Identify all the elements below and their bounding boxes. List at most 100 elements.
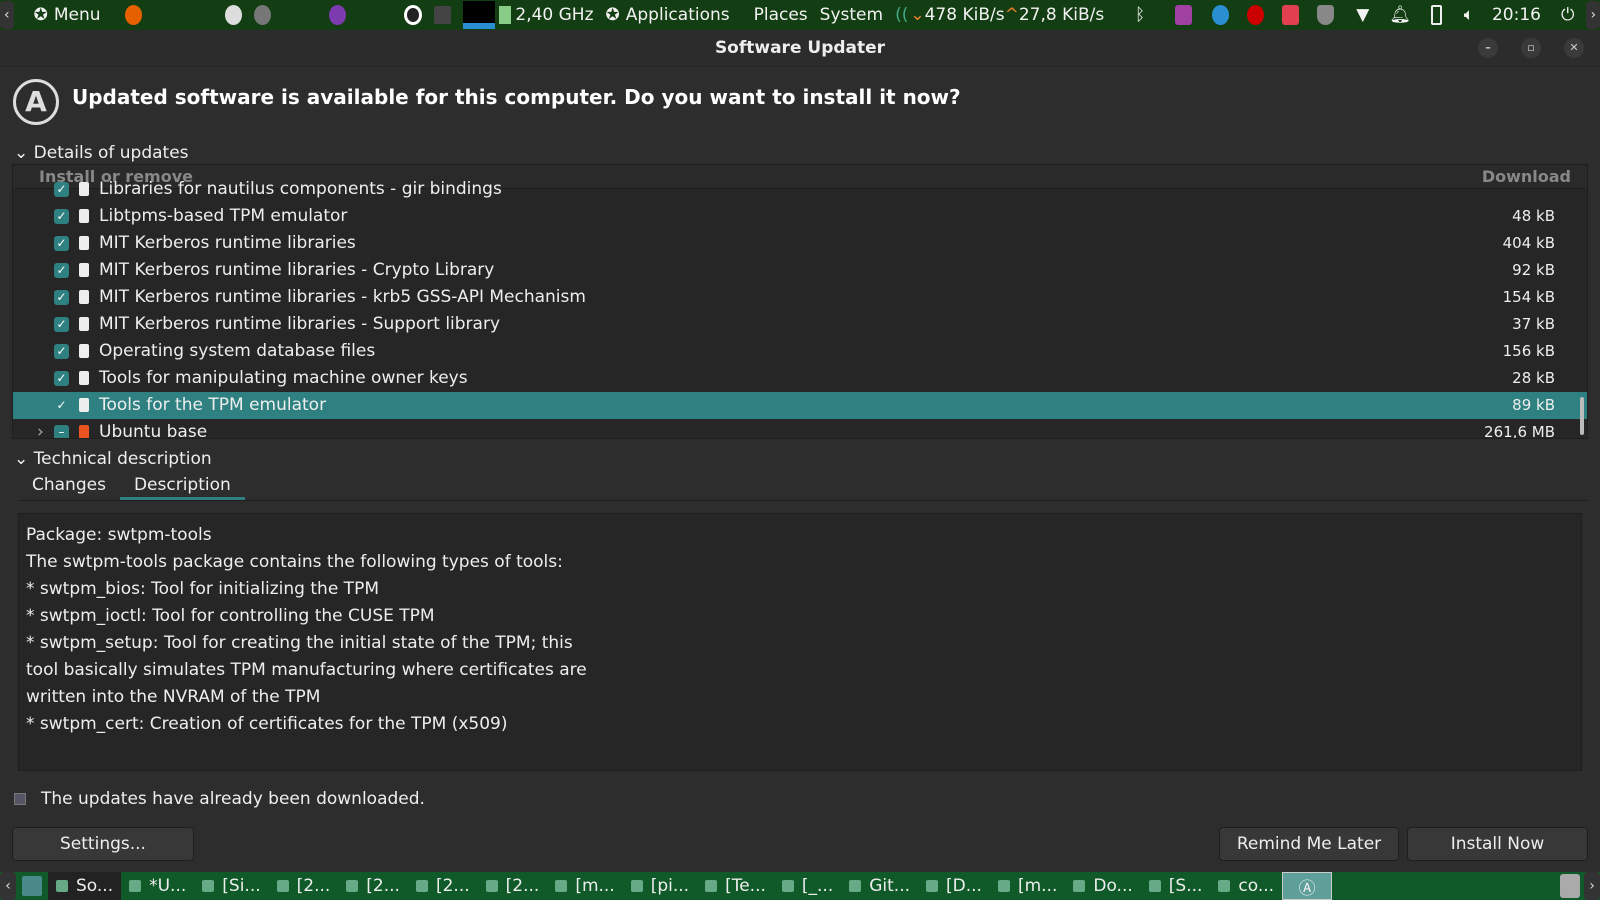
package-checkbox[interactable]: ✓ xyxy=(54,371,69,386)
tor-icon[interactable] xyxy=(329,5,347,25)
remind-me-later-button[interactable]: Remind Me Later xyxy=(1219,827,1399,861)
taskbar-right-arrow[interactable]: › xyxy=(1584,872,1600,900)
calendar-notification-icon[interactable] xyxy=(1212,5,1230,25)
headline: Updated software is available for this c… xyxy=(72,85,961,109)
package-name: Ubuntu base xyxy=(99,422,208,439)
taskbar-item[interactable]: [pi... xyxy=(623,872,697,900)
package-checkbox[interactable]: ✓ xyxy=(54,317,69,332)
settings-button[interactable]: Settings... xyxy=(12,827,194,861)
tab-changes[interactable]: Changes xyxy=(18,471,120,500)
taskbar-item[interactable]: [Te... xyxy=(697,872,774,900)
app-icon xyxy=(1148,880,1161,892)
package-checkbox[interactable]: ✓ xyxy=(54,263,69,278)
description-line: written into the NVRAM of the TPM xyxy=(26,687,321,707)
package-row[interactable]: ✓ Tools for the TPM emulator 89 kB xyxy=(13,392,1587,419)
package-checkbox[interactable]: ✓ xyxy=(54,398,69,413)
settings-gears-icon[interactable] xyxy=(254,5,272,25)
expand-arrow-icon[interactable]: › xyxy=(37,419,44,438)
record-icon[interactable] xyxy=(1247,5,1265,25)
package-name: MIT Kerberos runtime libraries - krb5 GS… xyxy=(99,287,586,307)
shield-icon[interactable] xyxy=(1317,5,1335,25)
terminal-icon[interactable] xyxy=(434,6,452,24)
app-icon xyxy=(781,880,794,892)
app-icon xyxy=(202,880,215,892)
package-row[interactable]: ✓ MIT Kerberos runtime libraries - krb5 G… xyxy=(13,284,1587,311)
taskbar-item[interactable]: So... xyxy=(48,872,122,900)
description-tabs: Changes Description xyxy=(18,471,1588,501)
app-icon xyxy=(997,880,1010,892)
tab-description[interactable]: Description xyxy=(119,471,245,500)
package-checkbox[interactable]: ✓ xyxy=(54,182,69,197)
package-row[interactable]: ✓ Tools for manipulating machine owner ke… xyxy=(13,365,1587,392)
taskbar-item[interactable]: Do... xyxy=(1065,872,1140,900)
places-menu[interactable]: Places xyxy=(754,5,808,25)
install-now-button[interactable]: Install Now xyxy=(1407,827,1588,861)
menu-button[interactable]: ✪ Menu xyxy=(34,5,113,25)
close-button[interactable]: ✕ xyxy=(1564,38,1584,58)
power-icon[interactable]: ⏻ xyxy=(1561,5,1574,25)
taskbar-item[interactable]: [m... xyxy=(990,872,1065,900)
package-checkbox[interactable]: ✓ xyxy=(54,290,69,305)
trash-icon[interactable] xyxy=(1560,874,1580,898)
firefox-icon[interactable] xyxy=(124,5,142,25)
taskbar-item[interactable]: co... xyxy=(1210,872,1282,900)
taskbar-item[interactable]: [2... xyxy=(338,872,408,900)
applications-menu[interactable]: ✪ Applications xyxy=(606,5,742,25)
package-checkbox[interactable]: ✓ xyxy=(54,236,69,251)
package-row[interactable]: ✓ Operating system database files 156 kB xyxy=(13,338,1587,365)
package-row[interactable]: ✓ Libraries for nautilus components - gir… xyxy=(13,176,1587,203)
taskbar-item[interactable]: [m... xyxy=(547,872,622,900)
package-checkbox[interactable]: – xyxy=(54,425,69,438)
description-line: Package: swtpm-tools xyxy=(26,525,212,545)
panel-right-arrow[interactable]: › xyxy=(1586,1,1600,29)
taskbar-item[interactable]: [_... xyxy=(774,872,841,900)
software-updater-icon[interactable] xyxy=(225,5,243,25)
package-row[interactable]: ✓ MIT Kerberos runtime libraries 404 kB xyxy=(13,230,1587,257)
package-size: 404 kB xyxy=(1502,234,1555,252)
taskbar-item[interactable]: Git... xyxy=(841,872,918,900)
wifi-icon[interactable]: ▼ xyxy=(1356,5,1369,25)
package-row[interactable]: › – Ubuntu base 261,6 MB xyxy=(13,419,1587,439)
notifications-icon[interactable]: 🔔︎ xyxy=(1389,5,1411,25)
maximize-button[interactable]: ▫ xyxy=(1521,38,1541,58)
window-titlebar: Software Updater – ▫ ✕ xyxy=(0,30,1600,67)
package-icon xyxy=(79,290,89,304)
package-name: Libtpms-based TPM emulator xyxy=(99,206,348,226)
taskbar-item[interactable]: *U... xyxy=(121,872,194,900)
package-row[interactable]: ✓ MIT Kerberos runtime libraries - Crypto… xyxy=(13,257,1587,284)
description-text[interactable]: Package: swtpm-tools The swtpm-tools pack… xyxy=(18,513,1582,771)
taskbar-item[interactable]: [2... xyxy=(408,872,478,900)
clock[interactable]: 20:16 xyxy=(1492,5,1541,25)
system-menu[interactable]: System xyxy=(820,5,883,25)
package-checkbox[interactable]: ✓ xyxy=(54,209,69,224)
package-row[interactable]: ✓ Libtpms-based TPM emulator 48 kB xyxy=(13,203,1587,230)
taskbar-item[interactable]: [D... xyxy=(918,872,990,900)
taskbar-item-software-updater[interactable]: Ⓐ xyxy=(1282,872,1333,900)
package-size: 261,6 MB xyxy=(1484,423,1555,439)
bluetooth-icon[interactable]: ᛒ xyxy=(1135,5,1145,25)
panel-left-arrow[interactable]: ‹ xyxy=(0,1,14,29)
list-scrollbar[interactable] xyxy=(1580,397,1584,435)
package-size: 48 kB xyxy=(1512,207,1555,225)
details-expander[interactable]: ⌄ Details of updates xyxy=(14,143,189,163)
package-size: 156 kB xyxy=(1502,342,1555,360)
updates-list[interactable]: Install or remove Download ✓ Libraries fo… xyxy=(12,164,1588,439)
volume-icon[interactable]: 🔈︎ xyxy=(1464,5,1474,25)
show-desktop-button[interactable] xyxy=(22,876,42,896)
package-icon xyxy=(79,209,89,223)
minimize-button[interactable]: – xyxy=(1478,38,1498,58)
taskbar-item[interactable]: [2... xyxy=(269,872,339,900)
app-icon xyxy=(415,880,428,892)
taskbar-item[interactable]: [S... xyxy=(1141,872,1211,900)
technical-description-expander[interactable]: ⌄ Technical description xyxy=(14,449,212,469)
audio-recorder-icon[interactable] xyxy=(1175,5,1193,25)
package-checkbox[interactable]: ✓ xyxy=(54,344,69,359)
package-row[interactable]: ✓ MIT Kerberos runtime libraries - Suppor… xyxy=(13,311,1587,338)
taskbar-left-arrow[interactable]: ‹ xyxy=(0,872,16,900)
taskbar-item[interactable]: [Si... xyxy=(194,872,268,900)
battery-icon[interactable] xyxy=(1430,5,1442,25)
opera-icon[interactable] xyxy=(404,5,423,25)
app-icon xyxy=(1073,880,1086,892)
block-icon[interactable] xyxy=(1282,5,1300,25)
taskbar-item[interactable]: [2... xyxy=(478,872,548,900)
